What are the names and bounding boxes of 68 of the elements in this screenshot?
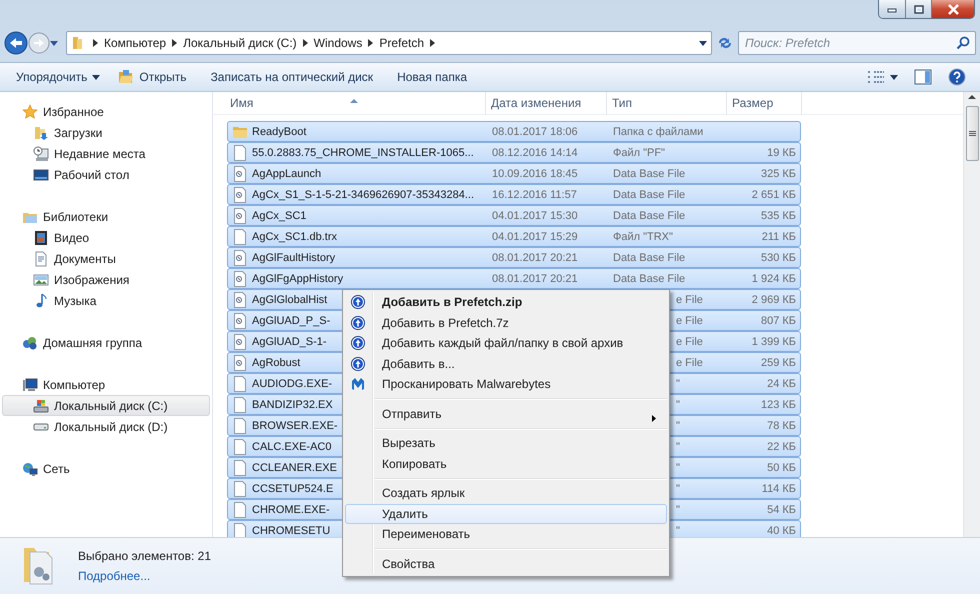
file-type: Файл "PF" — [612, 146, 666, 158]
file-type: " — [676, 482, 681, 494]
file-type: Data Base File — [612, 168, 686, 180]
file-name: ReadyBoot — [252, 126, 306, 138]
file-name: AgGlGlobalHist — [252, 294, 328, 306]
file-name: AgCx_SC1 — [252, 210, 306, 222]
file-type: " — [676, 524, 681, 536]
file-date: 08.12.2016 14:14 — [491, 146, 579, 158]
file-type: Data Base File — [612, 210, 686, 222]
file-type: Data Base File — [612, 252, 686, 264]
file-size: 1 399 КБ — [750, 336, 797, 348]
file-size: 19 КБ — [766, 146, 797, 158]
file-size: 78 КБ — [766, 420, 797, 432]
file-name: CHROMESETU — [252, 524, 330, 536]
file-name: BANDIZIP32.EX — [252, 398, 333, 410]
file-date: 04.01.2017 15:29 — [491, 230, 579, 242]
file-name: AgGlFaultHistory — [252, 252, 336, 264]
file-size: 1 924 КБ — [750, 272, 797, 284]
file-name: BROWSER.EXE- — [252, 420, 338, 432]
file-size: 530 КБ — [760, 252, 797, 264]
file-type: e File — [676, 294, 704, 306]
file-date: 08.01.2017 20:21 — [491, 252, 579, 264]
file-date: 08.01.2017 18:06 — [491, 126, 579, 138]
file-name: AgCx_S1_S-1-5-21-3469626907-35343284... — [252, 188, 474, 200]
file-size: 211 КБ — [760, 230, 797, 242]
file-size: 535 КБ — [760, 210, 797, 222]
file-size: 50 КБ — [766, 462, 797, 474]
file-type: Файл "TRX" — [612, 230, 674, 242]
file-size: 22 КБ — [766, 440, 797, 452]
file-type: " — [676, 378, 681, 390]
file-date: 08.01.2017 20:21 — [491, 272, 579, 284]
file-name: 55.0.2883.75_CHROME_INSTALLER-1065... — [252, 146, 474, 158]
file-size: 2 969 КБ — [750, 294, 797, 306]
file-date: 04.01.2017 15:30 — [491, 210, 579, 222]
file-name: AgGlUAD_S-1- — [252, 336, 327, 348]
file-date: 10.09.2016 18:45 — [491, 168, 579, 180]
file-type: e File — [676, 356, 704, 368]
file-name: CALC.EXE-AC0 — [252, 440, 332, 452]
file-name: AgAppLaunch — [252, 168, 322, 180]
file-size: 40 КБ — [766, 524, 797, 536]
file-name: AgGlUAD_P_S- — [252, 314, 330, 326]
file-type: " — [676, 462, 681, 474]
file-type: e File — [676, 314, 704, 326]
file-name: AgRobust — [252, 356, 300, 368]
file-name: CCLEANER.EXE — [252, 462, 337, 474]
file-size: 54 КБ — [766, 504, 797, 516]
file-name: AUDIODG.EXE- — [252, 378, 332, 390]
file-type: " — [676, 504, 681, 516]
file-type: e File — [676, 336, 704, 348]
file-name: CHROME.EXE- — [252, 504, 330, 516]
file-type: " — [676, 398, 681, 410]
selection-summary: Выбрано элементов: 21 — [78, 549, 211, 563]
file-size: 114 КБ — [760, 482, 797, 494]
file-type: Data Base File — [612, 272, 686, 284]
file-type: " — [676, 440, 681, 452]
file-size: 807 КБ — [760, 314, 797, 326]
file-size: 259 КБ — [760, 356, 797, 368]
file-type: Папка с файлами — [612, 126, 704, 138]
file-name: CCSETUP524.E — [252, 482, 334, 494]
file-size: 2 651 КБ — [750, 188, 797, 200]
file-name: AgGlFgAppHistory — [252, 272, 344, 284]
file-size: 325 КБ — [760, 168, 797, 180]
file-size: 24 КБ — [766, 378, 797, 390]
file-name: AgCx_SC1.db.trx — [252, 230, 337, 242]
file-size: 123 КБ — [760, 398, 797, 410]
file-date: 16.12.2016 11:57 — [491, 188, 578, 200]
file-type: Data Base File — [612, 188, 686, 200]
file-type: " — [676, 420, 681, 432]
